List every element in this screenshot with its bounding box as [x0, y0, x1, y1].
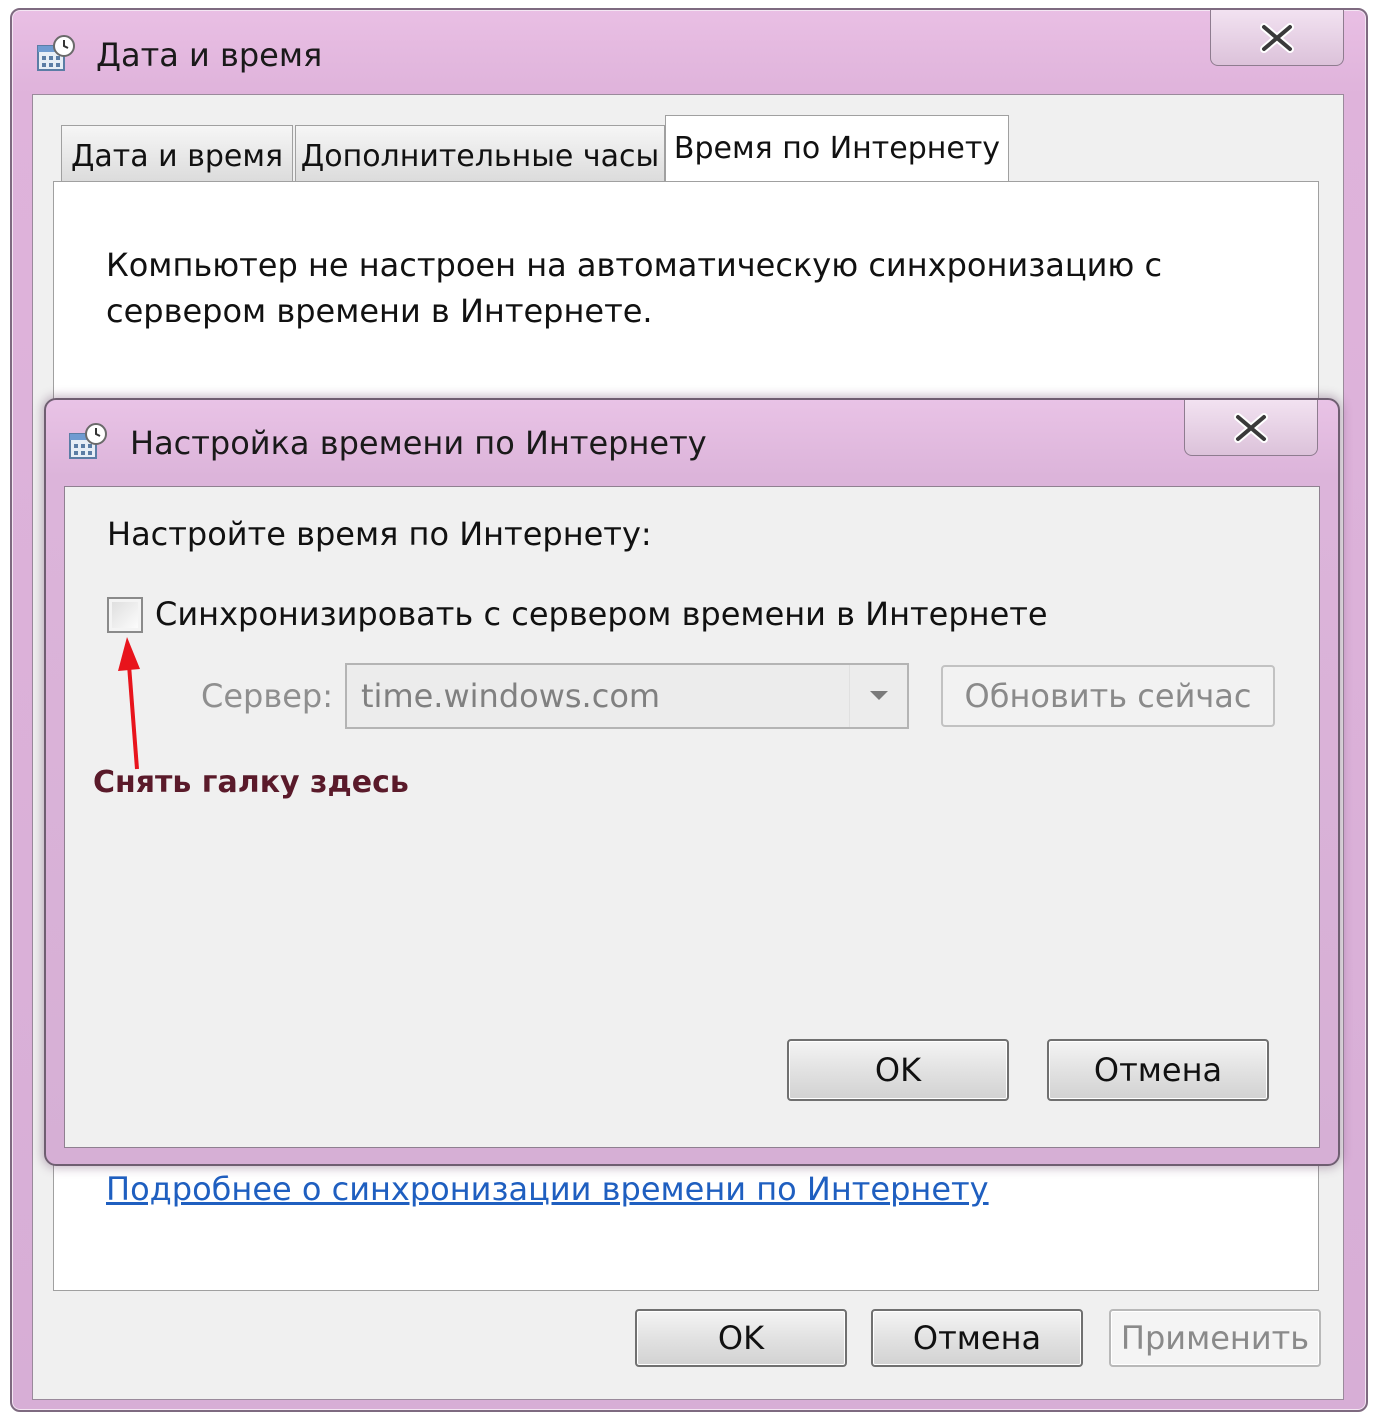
dialog-cancel-button[interactable]: Отмена	[1047, 1039, 1269, 1101]
cancel-button[interactable]: Отмена	[871, 1309, 1083, 1367]
chevron-down-icon	[869, 691, 888, 700]
dropdown-arrow[interactable]	[849, 665, 907, 727]
server-dropdown[interactable]: time.windows.com	[345, 663, 909, 729]
more-info-link[interactable]: Подробнее о синхронизации времени по Инт…	[106, 1170, 989, 1208]
dialog-ok-button[interactable]: OK	[787, 1039, 1009, 1101]
dialog-title: Настройка времени по Интернету	[130, 424, 707, 462]
close-icon	[1260, 22, 1294, 53]
apply-button[interactable]: Применить	[1109, 1309, 1321, 1367]
settings-prompt: Настройте время по Интернету:	[107, 515, 652, 553]
internet-time-settings-dialog: Настройка времени по Интернету Настройте…	[44, 398, 1340, 1166]
dialog-close-button[interactable]	[1184, 400, 1318, 456]
close-icon	[1234, 412, 1268, 443]
sync-checkbox-label[interactable]: Синхронизировать с сервером времени в Ин…	[155, 595, 1048, 633]
close-button[interactable]	[1210, 10, 1344, 66]
annotation-arrow	[118, 637, 140, 770]
sync-status-text: Компьютер не настроен на автоматическую …	[106, 246, 1163, 330]
server-label: Сервер:	[201, 677, 333, 715]
calendar-clock-icon	[69, 423, 107, 459]
update-now-button[interactable]: Обновить сейчас	[941, 665, 1275, 727]
annotation-text: Снять галку здесь	[93, 765, 409, 800]
window-title: Дата и время	[96, 36, 323, 74]
calendar-clock-icon	[37, 35, 75, 71]
dialog-client-area: Настройте время по Интернету: Синхронизи…	[64, 486, 1320, 1148]
sync-checkbox[interactable]	[107, 597, 143, 633]
tab-additional-clocks[interactable]: Дополнительные часы	[295, 125, 665, 181]
tab-date-time[interactable]: Дата и время	[61, 125, 293, 181]
server-value: time.windows.com	[361, 677, 661, 715]
tab-internet-time[interactable]: Время по Интернету	[665, 115, 1009, 181]
ok-button[interactable]: OK	[635, 1309, 847, 1367]
